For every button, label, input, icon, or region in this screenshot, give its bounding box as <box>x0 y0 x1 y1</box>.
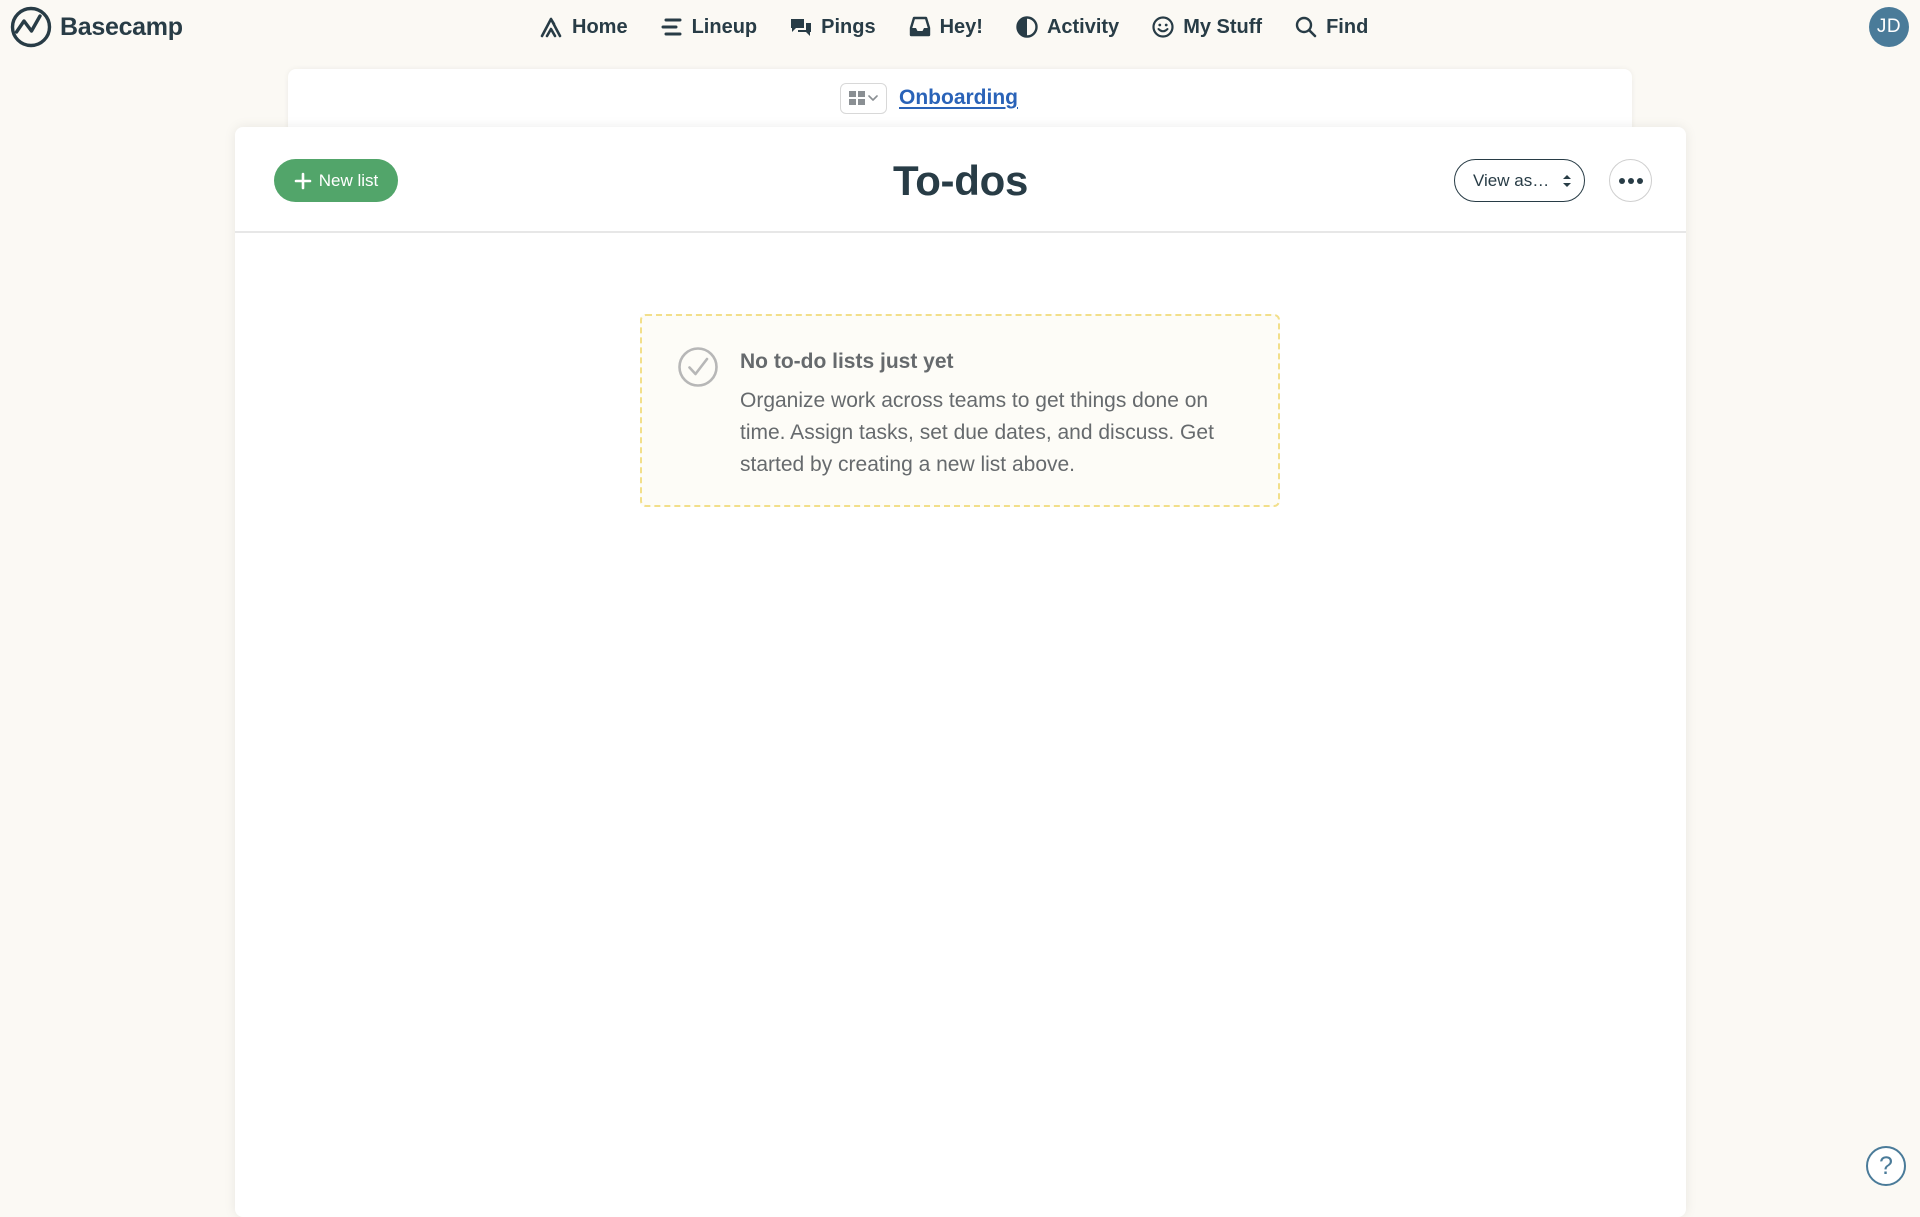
sort-arrows-icon <box>1563 174 1572 187</box>
chat-bubbles-icon <box>791 19 812 36</box>
nav-home-label: Home <box>572 15 628 38</box>
checkmark-circle-icon <box>678 347 718 387</box>
nav-activity-label: Activity <box>1046 15 1120 38</box>
empty-state-body: Organize work across teams to get things… <box>740 389 1214 476</box>
project-switcher-button[interactable] <box>840 82 887 114</box>
help-button[interactable]: ? <box>1866 1146 1906 1186</box>
basecamp-logo-link[interactable]: Basecamp <box>10 6 183 48</box>
nav-my-stuff[interactable]: My Stuff <box>1135 8 1278 46</box>
home-tent-icon <box>540 17 562 38</box>
empty-state: No to-do lists just yet Organize work ac… <box>640 314 1280 507</box>
activity-half-circle-icon <box>1016 16 1038 38</box>
grid-icon <box>849 91 865 105</box>
nav-my-stuff-label: My Stuff <box>1183 15 1263 38</box>
nav-lineup[interactable]: Lineup <box>644 8 774 46</box>
nav-find[interactable]: Find <box>1278 8 1384 46</box>
breadcrumb: Onboarding <box>840 82 1018 114</box>
nav-pings-label: Pings <box>821 15 876 38</box>
nav-home[interactable]: Home <box>538 8 644 46</box>
view-as-label: View as… <box>1473 170 1550 190</box>
user-avatar[interactable]: JD <box>1869 7 1909 47</box>
todos-header: New list To-dos View as… <box>235 127 1686 233</box>
main-nav: Home Lineup Pings Hey! Activity My Stuff… <box>538 8 1384 46</box>
todos-card: New list To-dos View as… No to-do lists … <box>235 127 1686 1217</box>
brand-name: Basecamp <box>60 12 183 41</box>
inbox-tray-icon <box>909 16 930 37</box>
more-options-button[interactable] <box>1609 159 1652 202</box>
smiley-face-icon <box>1152 16 1174 38</box>
chevron-down-icon <box>868 95 878 101</box>
project-link-onboarding[interactable]: Onboarding <box>899 86 1018 110</box>
search-icon <box>1295 16 1317 38</box>
nav-find-label: Find <box>1326 15 1369 38</box>
view-as-select[interactable]: View as… <box>1454 159 1585 202</box>
basecamp-logo-icon <box>10 6 52 48</box>
nav-lineup-label: Lineup <box>691 15 758 38</box>
lineup-icon <box>661 18 682 36</box>
nav-activity[interactable]: Activity <box>999 8 1135 46</box>
nav-pings[interactable]: Pings <box>773 8 891 46</box>
nav-hey-label: Hey! <box>939 15 983 38</box>
ellipsis-icon <box>1618 177 1643 184</box>
empty-state-title: No to-do lists just yet <box>740 350 954 373</box>
top-navigation: Basecamp Home Lineup Pings Hey! Activity… <box>0 0 1920 54</box>
nav-hey[interactable]: Hey! <box>892 8 999 46</box>
